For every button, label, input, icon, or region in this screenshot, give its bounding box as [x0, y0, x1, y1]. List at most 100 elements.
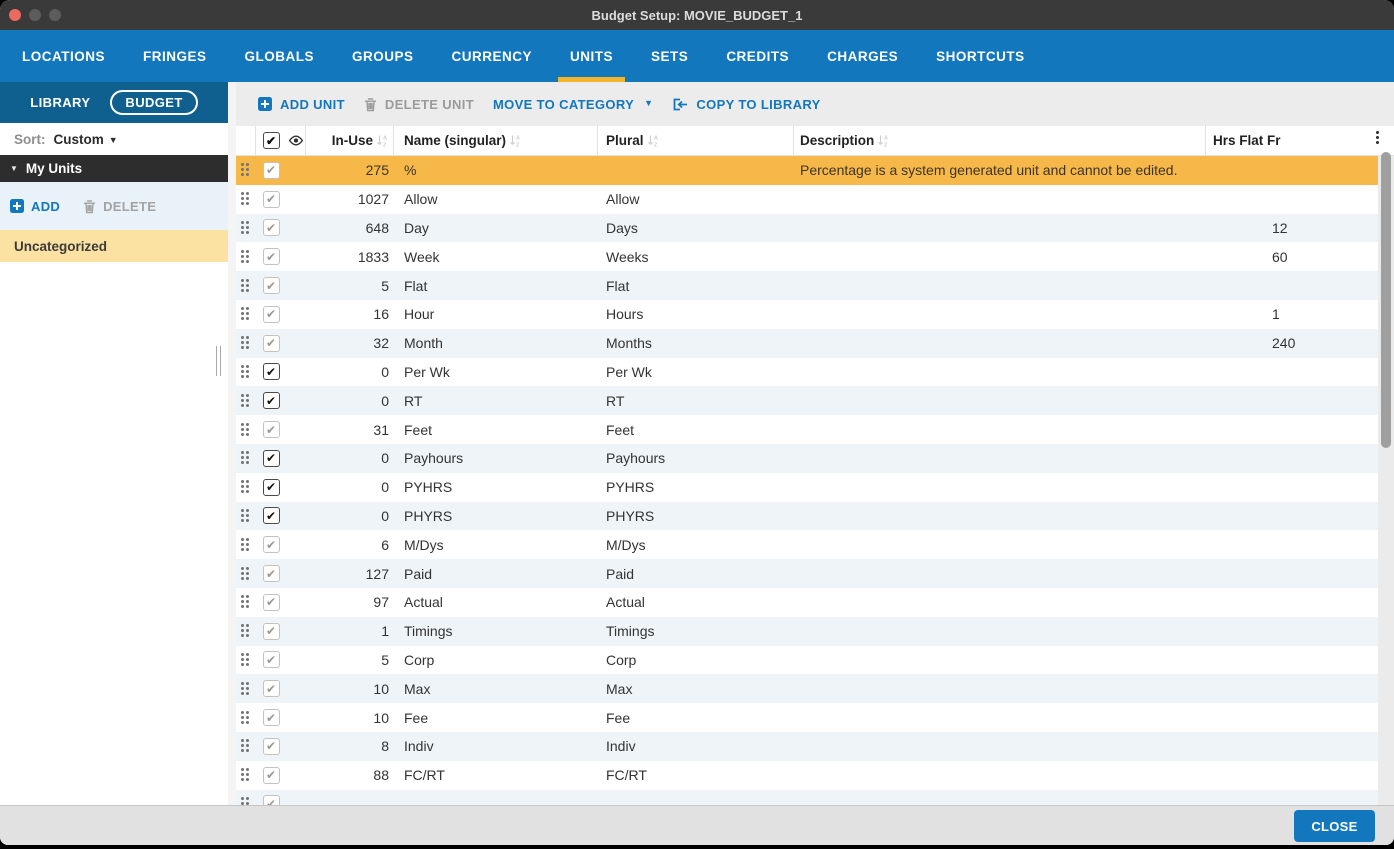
drag-handle-icon[interactable] [241, 567, 250, 581]
delete-category-button[interactable]: DELETE [103, 199, 156, 214]
row-checkbox[interactable] [263, 450, 280, 467]
cell-name[interactable]: RT [394, 393, 598, 409]
row-checkbox[interactable] [263, 219, 280, 236]
budget-toggle[interactable]: BUDGET [110, 90, 197, 115]
cell-description[interactable]: Percentage is a system generated unit an… [794, 162, 1206, 178]
cell-name[interactable]: Week [394, 249, 598, 265]
row-checkbox[interactable] [263, 623, 280, 640]
zoom-window-icon[interactable] [49, 9, 61, 21]
row-checkbox[interactable] [263, 709, 280, 726]
cell-plural[interactable]: Max [598, 681, 794, 697]
cell-name[interactable]: Indiv [394, 738, 598, 754]
my-units-section-header[interactable]: ▼ My Units [0, 155, 228, 182]
table-row[interactable]: 32 Month Months 240 [236, 329, 1394, 358]
drag-handle-icon[interactable] [241, 739, 250, 753]
tab-currency[interactable]: CURRENCY [452, 30, 533, 82]
cell-plural[interactable]: Actual [598, 594, 794, 610]
tab-sets[interactable]: SETS [651, 30, 688, 82]
cell-name[interactable]: Max [394, 681, 598, 697]
table-row[interactable]: 275 % Percentage is a system generated u… [236, 156, 1394, 185]
close-button[interactable]: CLOSE [1294, 810, 1375, 842]
sidebar-resize-handle[interactable] [216, 346, 221, 376]
column-header-in-use[interactable]: In-Use AZ [306, 126, 394, 155]
row-checkbox[interactable] [263, 162, 280, 179]
tab-charges[interactable]: CHARGES [827, 30, 898, 82]
table-row[interactable]: 16 Hour Hours 1 [236, 300, 1394, 329]
library-toggle[interactable]: LIBRARY [30, 95, 90, 110]
table-row[interactable] [236, 790, 1394, 805]
row-checkbox[interactable] [263, 565, 280, 582]
cell-plural[interactable]: Weeks [598, 249, 794, 265]
tab-units[interactable]: UNITS [570, 30, 613, 82]
cell-plural[interactable]: Allow [598, 191, 794, 207]
cell-name[interactable]: Actual [394, 594, 598, 610]
cell-name[interactable]: PHYRS [394, 508, 598, 524]
row-checkbox[interactable] [263, 248, 280, 265]
column-header-name[interactable]: Name (singular) AZ [394, 126, 598, 155]
row-checkbox[interactable] [263, 536, 280, 553]
cell-name[interactable]: Allow [394, 191, 598, 207]
cell-name[interactable]: Flat [394, 278, 598, 294]
drag-handle-icon[interactable] [241, 451, 250, 465]
row-checkbox[interactable] [263, 680, 280, 697]
cell-plural[interactable]: Per Wk [598, 364, 794, 380]
table-row[interactable]: 8 Indiv Indiv [236, 732, 1394, 761]
row-checkbox[interactable] [263, 795, 280, 805]
cell-name[interactable]: FC/RT [394, 767, 598, 783]
table-row[interactable]: 0 Payhours Payhours [236, 444, 1394, 473]
minimize-window-icon[interactable] [29, 9, 41, 21]
drag-handle-icon[interactable] [241, 768, 250, 782]
cell-plural[interactable]: Feet [598, 422, 794, 438]
table-row[interactable]: 88 FC/RT FC/RT [236, 761, 1394, 790]
drag-handle-icon[interactable] [241, 394, 250, 408]
cell-plural[interactable]: Paid [598, 566, 794, 582]
drag-handle-icon[interactable] [241, 423, 250, 437]
cell-plural[interactable]: Timings [598, 623, 794, 639]
cell-plural[interactable]: Indiv [598, 738, 794, 754]
drag-handle-icon[interactable] [241, 509, 250, 523]
cell-plural[interactable]: Fee [598, 710, 794, 726]
drag-handle-icon[interactable] [241, 538, 250, 552]
row-checkbox[interactable] [263, 421, 280, 438]
drag-handle-icon[interactable] [241, 797, 250, 805]
cell-name[interactable]: Feet [394, 422, 598, 438]
cell-name[interactable]: Fee [394, 710, 598, 726]
cell-plural[interactable]: Months [598, 335, 794, 351]
table-row[interactable]: 6 M/Dys M/Dys [236, 530, 1394, 559]
row-checkbox[interactable] [263, 277, 280, 294]
drag-handle-icon[interactable] [241, 163, 250, 177]
row-checkbox[interactable] [263, 191, 280, 208]
tab-groups[interactable]: GROUPS [352, 30, 414, 82]
cell-name[interactable]: M/Dys [394, 537, 598, 553]
delete-unit-button[interactable]: DELETE UNIT [364, 97, 474, 112]
cell-name[interactable]: Month [394, 335, 598, 351]
move-to-category-dropdown[interactable]: MOVE TO CATEGORY ▼ [493, 97, 653, 112]
row-checkbox[interactable] [263, 507, 280, 524]
tab-globals[interactable]: GLOBALS [245, 30, 315, 82]
table-row[interactable]: 127 Paid Paid [236, 559, 1394, 588]
table-row[interactable]: 97 Actual Actual [236, 588, 1394, 617]
drag-handle-icon[interactable] [241, 682, 250, 696]
close-window-icon[interactable] [9, 9, 21, 21]
row-checkbox[interactable] [263, 738, 280, 755]
table-row[interactable]: 1833 Week Weeks 60 [236, 242, 1394, 271]
drag-handle-icon[interactable] [241, 307, 250, 321]
tab-credits[interactable]: CREDITS [726, 30, 789, 82]
drag-handle-icon[interactable] [241, 624, 250, 638]
cell-hrs[interactable]: 60 [1206, 249, 1360, 265]
drag-handle-icon[interactable] [241, 279, 250, 293]
table-row[interactable]: 31 Feet Feet [236, 415, 1394, 444]
drag-handle-icon[interactable] [241, 365, 250, 379]
drag-handle-icon[interactable] [241, 711, 250, 725]
table-row[interactable]: 10 Max Max [236, 674, 1394, 703]
select-all-checkbox[interactable] [256, 132, 286, 149]
row-checkbox[interactable] [263, 306, 280, 323]
row-checkbox[interactable] [263, 767, 280, 784]
drag-handle-icon[interactable] [241, 480, 250, 494]
tab-locations[interactable]: LOCATIONS [22, 30, 105, 82]
table-row[interactable]: 0 PYHRS PYHRS [236, 473, 1394, 502]
cell-plural[interactable]: M/Dys [598, 537, 794, 553]
cell-plural[interactable]: PHYRS [598, 508, 794, 524]
table-row[interactable]: 1 Timings Timings [236, 617, 1394, 646]
drag-handle-icon[interactable] [241, 250, 250, 264]
